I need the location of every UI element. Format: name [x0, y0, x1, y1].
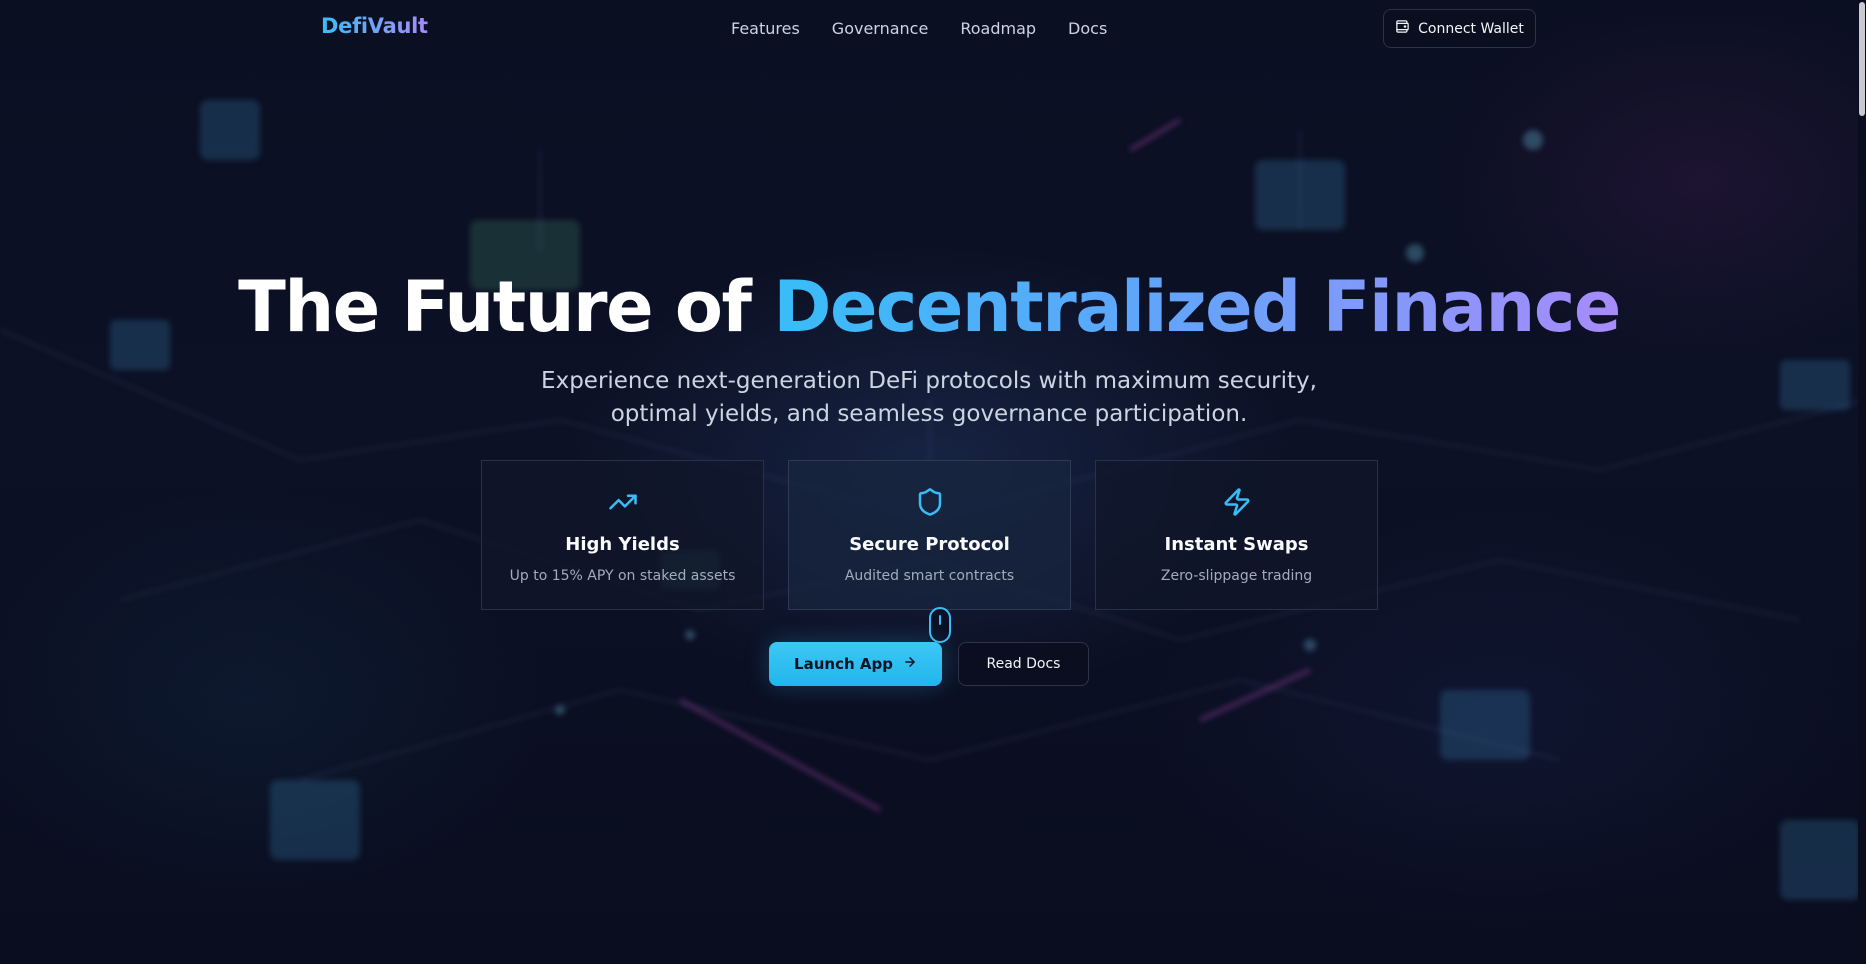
mouse-wheel	[939, 615, 941, 625]
feature-card-high-yields: High Yields Up to 15% APY on staked asse…	[481, 460, 764, 610]
hero-title-plain: The Future of	[238, 266, 774, 348]
connect-wallet-label: Connect Wallet	[1418, 20, 1524, 37]
read-docs-label: Read Docs	[986, 656, 1061, 672]
trending-up-icon	[607, 486, 639, 518]
nav-link-roadmap[interactable]: Roadmap	[960, 19, 1036, 38]
feature-title: Instant Swaps	[1164, 534, 1309, 555]
feature-card-secure-protocol: Secure Protocol Audited smart contracts	[788, 460, 1071, 610]
launch-app-button[interactable]: Launch App	[769, 642, 942, 686]
nav-link-governance[interactable]: Governance	[832, 19, 929, 38]
feature-cards: High Yields Up to 15% APY on staked asse…	[481, 460, 1378, 610]
feature-description: Audited smart contracts	[844, 568, 1015, 584]
connect-wallet-button[interactable]: Connect Wallet	[1383, 9, 1536, 48]
top-navigation: DefiVault Features Governance Roadmap Do…	[0, 0, 1858, 58]
launch-app-label: Launch App	[794, 655, 893, 673]
nav-link-docs[interactable]: Docs	[1068, 19, 1107, 38]
read-docs-button[interactable]: Read Docs	[958, 642, 1089, 686]
feature-title: Secure Protocol	[849, 534, 1010, 555]
feature-description: Zero-slippage trading	[1160, 568, 1313, 584]
shield-icon	[914, 486, 946, 518]
hero-title: The Future of Decentralized Finance	[0, 272, 1858, 342]
feature-card-instant-swaps: Instant Swaps Zero-slippage trading	[1095, 460, 1378, 610]
wallet-icon	[1395, 19, 1410, 38]
scrollbar-thumb[interactable]	[1859, 2, 1865, 116]
arrow-right-icon	[903, 655, 917, 673]
hero-subtitle: Experience next-generation DeFi protocol…	[541, 368, 1317, 427]
feature-description: Up to 15% APY on staked assets	[509, 568, 736, 584]
mouse-scroll-icon	[929, 607, 951, 643]
page-scrollbar[interactable]	[1858, 0, 1866, 964]
feature-title: High Yields	[565, 534, 680, 555]
lightning-icon	[1221, 486, 1253, 518]
nav-links: Features Governance Roadmap Docs	[731, 19, 1139, 38]
logo[interactable]: DefiVault	[321, 14, 428, 38]
nav-link-features[interactable]: Features	[731, 19, 800, 38]
hero-title-highlight: Decentralized Finance	[773, 266, 1621, 348]
